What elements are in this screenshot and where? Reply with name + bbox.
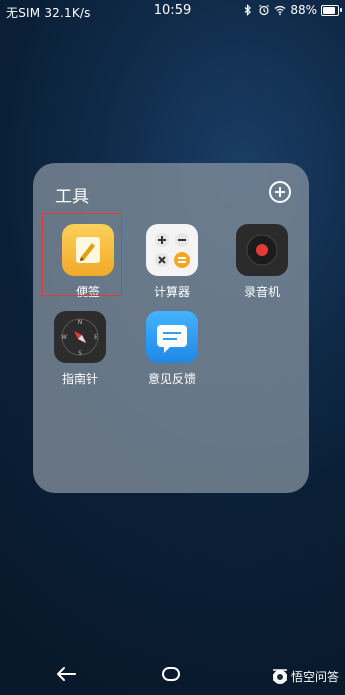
app-calculator[interactable]: 计算器 <box>132 224 212 300</box>
bluetooth-icon <box>244 4 252 16</box>
app-compass[interactable]: N S W E 指南针 <box>40 311 120 387</box>
wukong-logo-icon <box>272 669 287 684</box>
battery-icon <box>321 4 342 16</box>
watermark: 悟空问答 <box>272 668 339 685</box>
folder-title: 工具 <box>55 187 89 207</box>
svg-text:E: E <box>94 334 98 341</box>
feedback-icon <box>146 311 198 363</box>
svg-text:N: N <box>78 319 83 326</box>
status-bar: 无SIM 32.1K/s 10:59 88% <box>0 0 345 22</box>
alarm-icon <box>259 4 270 16</box>
app-label: 指南针 <box>61 372 98 386</box>
app-label: 计算器 <box>153 285 190 299</box>
svg-text:S: S <box>78 350 82 357</box>
battery-percent: 88% <box>290 3 317 17</box>
watermark-text: 悟空问答 <box>290 670 339 684</box>
selection-highlight <box>42 213 122 296</box>
app-label: 意见反馈 <box>147 372 196 386</box>
svg-text:W: W <box>61 334 67 341</box>
app-feedback[interactable]: 意见反馈 <box>132 311 212 387</box>
recorder-icon <box>236 224 288 276</box>
back-arrow-icon[interactable] <box>55 665 77 683</box>
app-label: 录音机 <box>243 285 280 299</box>
home-button[interactable] <box>162 667 180 681</box>
wifi-icon <box>274 5 286 16</box>
calculator-icon <box>146 224 198 276</box>
compass-icon: N S W E <box>54 311 106 363</box>
status-icons: 88% <box>242 3 342 17</box>
add-app-button[interactable] <box>269 181 291 203</box>
app-recorder[interactable]: 录音机 <box>222 224 302 300</box>
